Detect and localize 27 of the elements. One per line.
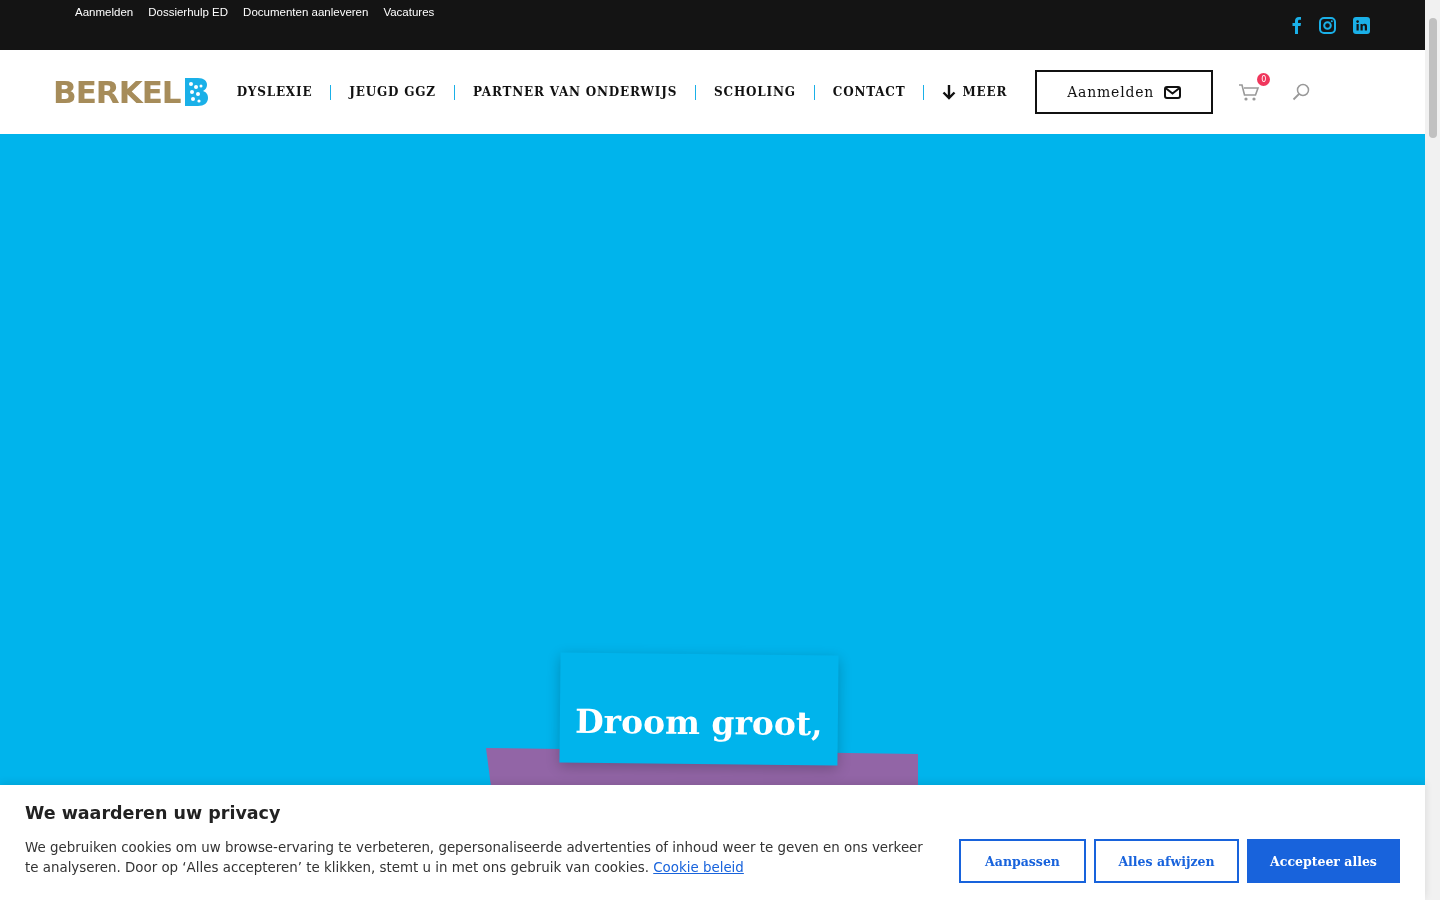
envelope-icon <box>1164 85 1182 99</box>
cookie-policy-link[interactable]: Cookie beleid <box>653 860 744 875</box>
nav-item[interactable]: CONTACT <box>832 85 906 99</box>
nav-item[interactable]: JEUGD GGZ <box>349 85 436 99</box>
cart-count-badge: 0 <box>1257 73 1271 86</box>
linkedin-icon[interactable] <box>1353 16 1370 34</box>
cookie-title: We waarderen uw privacy <box>25 803 282 823</box>
cookie-button[interactable]: Aanpassen <box>959 839 1086 883</box>
top-link[interactable]: Aanmelden <box>75 6 134 18</box>
nav-item[interactable]: PARTNER VAN ONDERWIJS <box>472 85 678 99</box>
hero-headline: Droom groot, <box>574 701 823 744</box>
top-link[interactable]: Dossierhulp ED <box>148 6 229 18</box>
top-link[interactable]: Vacatures <box>383 6 435 18</box>
instagram-icon[interactable] <box>1319 16 1336 34</box>
signup-button[interactable]: Aanmelden <box>1035 70 1214 114</box>
search-icon[interactable] <box>1292 83 1311 101</box>
scrollbar[interactable] <box>1425 0 1440 900</box>
nav-item[interactable]: MEER <box>942 84 1008 100</box>
nav-item[interactable]: SCHOLING <box>714 85 796 99</box>
nav-item[interactable]: DYSLEXIE <box>236 85 313 99</box>
cookie-button[interactable]: Accepteer alles <box>1247 839 1400 883</box>
cart-icon[interactable] <box>1238 82 1261 102</box>
facebook-icon[interactable] <box>1290 16 1302 34</box>
top-link[interactable]: Documenten aanleveren <box>243 6 369 18</box>
down-arrow-icon <box>942 84 957 100</box>
cookie-button[interactable]: Alles afwijzen <box>1094 839 1239 883</box>
cookie-text: We gebruiken cookies om uw browse-ervaring te verbeteren, gepersonaliseerde advertenties of inhoud weer te geven en ons verkeer te analyseren. Door op ‘Alles accepteren’ te klikken, stemt u in met ons gebruik van cookies. Cookie beleid <box>25 839 924 877</box>
